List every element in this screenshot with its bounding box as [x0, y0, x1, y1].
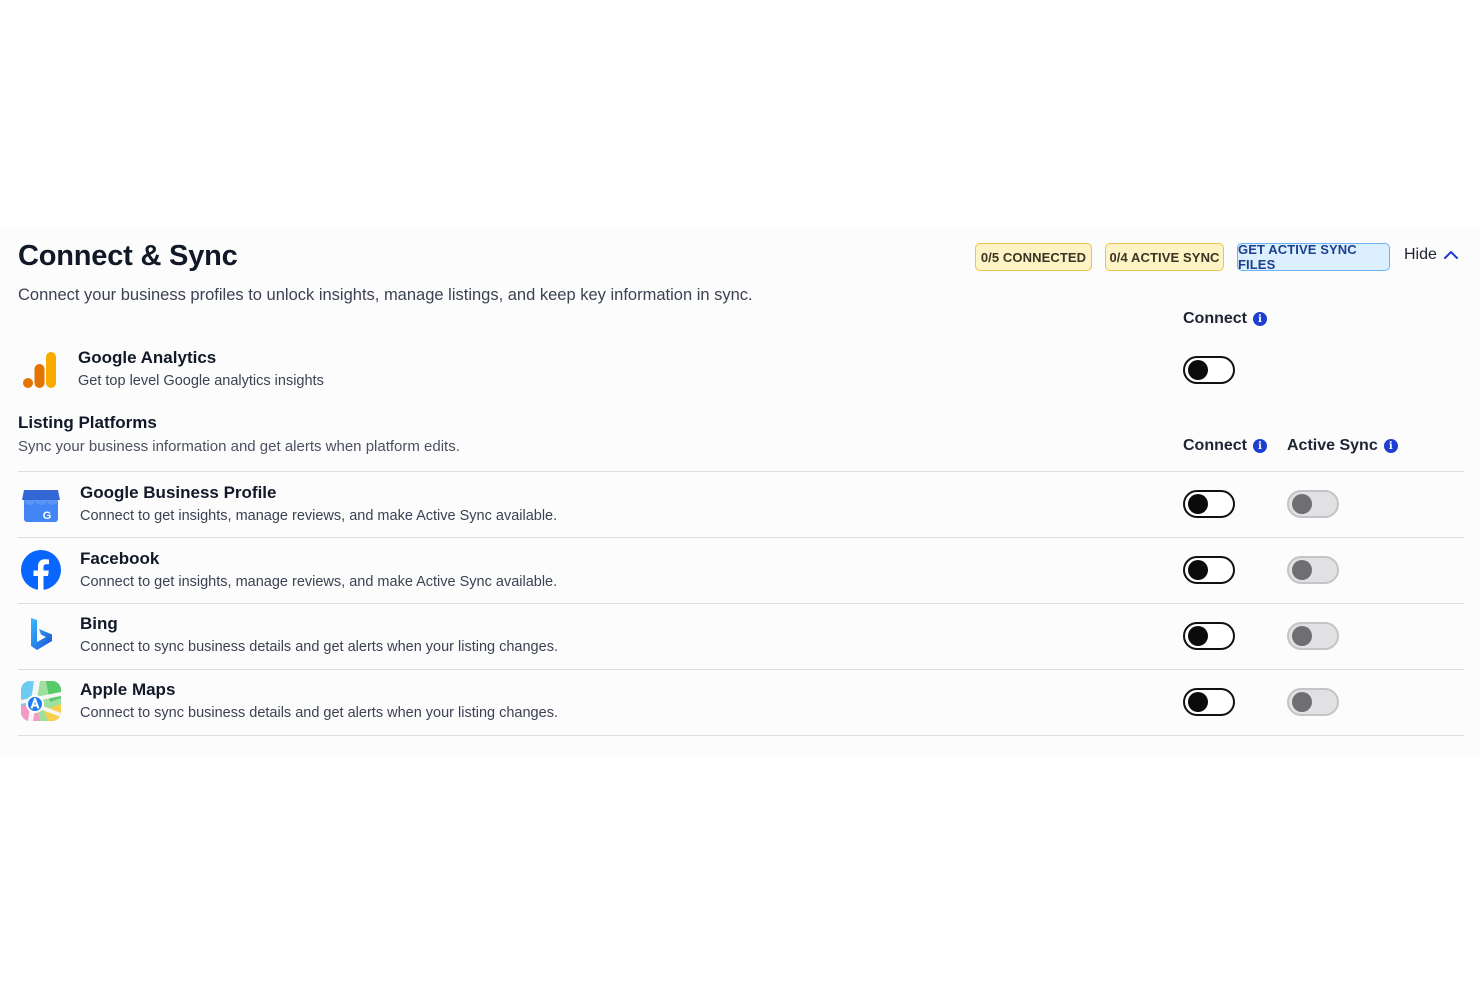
info-icon[interactable]: i [1383, 439, 1398, 453]
toggle-knob [1188, 626, 1208, 646]
listing-platforms-subtitle: Sync your business information and get a… [18, 438, 460, 455]
listing-connect-column-header: Connect i [1183, 437, 1267, 455]
toggle-knob [1188, 560, 1208, 580]
page-subtitle: Connect your business profiles to unlock… [18, 286, 753, 304]
info-icon[interactable]: i [1253, 439, 1267, 453]
active-sync-count-badge: 0/4 ACTIVE SYNC [1105, 243, 1224, 271]
listing-active-sync-column-header: Active Sync i [1287, 437, 1398, 455]
analytics-connect-column-header: Connect i [1183, 310, 1267, 328]
get-active-sync-files-button[interactable]: GET ACTIVE SYNC FILES [1237, 242, 1390, 272]
toggle-knob [1292, 626, 1312, 646]
connected-count-badge: 0/5 CONNECTED [975, 243, 1092, 271]
google-business-profile-connect-toggle[interactable] [1183, 490, 1235, 518]
facebook-icon [20, 549, 62, 591]
info-icon[interactable]: i [1253, 312, 1267, 326]
divider [18, 603, 1464, 604]
google-business-profile-icon: G [20, 484, 62, 526]
divider [18, 669, 1464, 670]
analytics-connect-toggle[interactable] [1183, 356, 1235, 384]
google-analytics-icon [20, 348, 62, 390]
platform-description: Connect to sync business details and get… [80, 705, 558, 721]
platform-description: Connect to get insights, manage reviews,… [80, 574, 558, 590]
bing-icon [20, 614, 62, 656]
listing-connect-header-label: Connect [1183, 437, 1247, 454]
facebook-connect-toggle[interactable] [1183, 556, 1235, 584]
divider [18, 735, 1464, 736]
toggle-knob [1292, 692, 1312, 712]
platform-name: Bing [80, 614, 118, 633]
bing-active-sync-toggle[interactable] [1287, 622, 1339, 650]
apple-maps-connect-toggle[interactable] [1183, 688, 1235, 716]
analytics-description: Get top level Google analytics insights [78, 373, 324, 389]
listing-active-sync-header-label: Active Sync [1287, 437, 1378, 454]
toggle-knob [1292, 494, 1312, 514]
hide-button[interactable]: Hide [1404, 246, 1459, 264]
facebook-active-sync-toggle[interactable] [1287, 556, 1339, 584]
apple-maps-active-sync-toggle[interactable] [1287, 688, 1339, 716]
toggle-knob [1188, 494, 1208, 514]
toggle-knob [1188, 360, 1208, 380]
platform-name: Facebook [80, 549, 160, 568]
page-title: Connect & Sync [18, 240, 238, 272]
listing-platforms-title: Listing Platforms [18, 413, 157, 432]
google-business-profile-active-sync-toggle[interactable] [1287, 490, 1339, 518]
toggle-knob [1292, 560, 1312, 580]
bing-connect-toggle[interactable] [1183, 622, 1235, 650]
chevron-up-icon [1443, 247, 1459, 263]
toggle-knob [1188, 692, 1208, 712]
hide-label: Hide [1404, 246, 1437, 263]
platform-name: Google Business Profile [80, 483, 277, 502]
platform-description: Connect to sync business details and get… [80, 639, 558, 655]
divider [18, 471, 1464, 472]
svg-text:G: G [43, 510, 52, 522]
platform-description: Connect to get insights, manage reviews,… [80, 508, 558, 524]
apple-maps-icon [20, 680, 62, 722]
analytics-connect-header-label: Connect [1183, 310, 1247, 327]
platform-name: Apple Maps [80, 680, 176, 699]
analytics-name: Google Analytics [78, 348, 217, 367]
divider [18, 537, 1464, 538]
